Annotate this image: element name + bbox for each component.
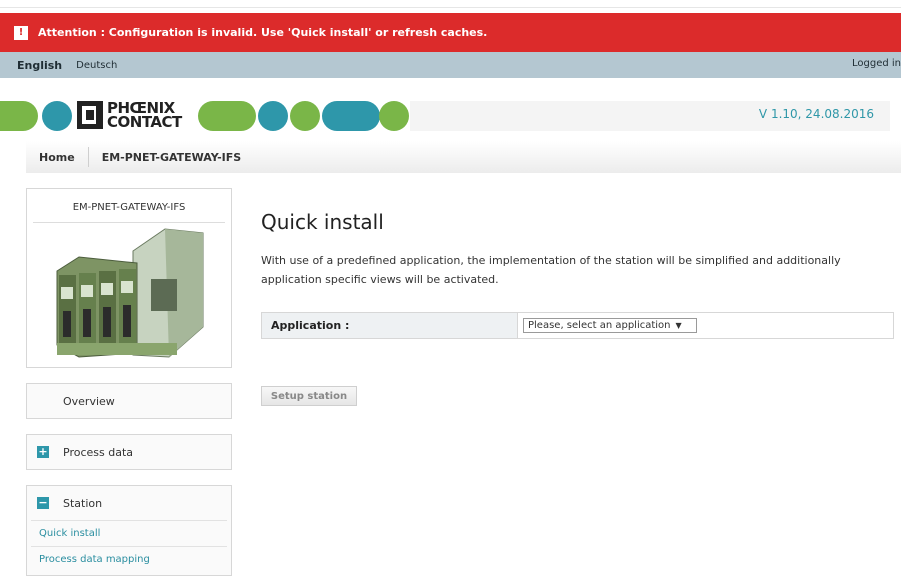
page-title: Quick install (261, 210, 384, 234)
nav-station-label: Station (63, 496, 103, 510)
breadcrumb-home[interactable]: Home (26, 151, 88, 164)
application-select-value: Please, select an application (528, 320, 671, 331)
device-card-divider (33, 222, 225, 223)
setup-station-button[interactable]: Setup station (261, 386, 357, 406)
login-status[interactable]: Logged in (852, 58, 901, 69)
alert-message: Attention : Configuration is invalid. Us… (38, 26, 488, 39)
device-name: EM-PNET-GATEWAY-IFS (72, 202, 186, 213)
nav-process-data[interactable]: + Process data (27, 435, 231, 469)
nav-process-data-box: + Process data (26, 434, 232, 470)
application-cell: Please, select an application ▼ (518, 313, 893, 338)
nav-overview[interactable]: Overview (27, 384, 231, 418)
green-pill-shape (0, 101, 38, 131)
device-card: EM-PNET-GATEWAY-IFS (26, 188, 232, 368)
lang-deutsch-link[interactable]: Deutsch (76, 60, 117, 71)
application-select[interactable]: Please, select an application ▼ (523, 318, 697, 333)
nav-quick-install[interactable]: Quick install (31, 520, 227, 546)
green-circle-shape (290, 101, 320, 131)
nav-process-data-mapping[interactable]: Process data mapping (31, 546, 227, 572)
top-edge (0, 0, 901, 8)
application-row: Application : Please, select an applicat… (261, 312, 894, 339)
config-alert-banner: ! Attention : Configuration is invalid. … (0, 13, 901, 52)
plus-icon[interactable]: + (37, 446, 49, 458)
language-bar: English Deutsch Logged in (0, 52, 901, 78)
teal-pill-shape (322, 101, 380, 131)
teal-circle-shape (42, 101, 72, 131)
device-image (56, 228, 204, 358)
green-circle-shape (379, 101, 409, 131)
logo-text-bottom: CONTACT (107, 113, 182, 131)
nav-station[interactable]: − Station (27, 486, 231, 520)
nav-process-data-label: Process data (63, 445, 134, 459)
application-label: Application : (262, 313, 518, 338)
brand-banner: PHŒNIX CONTACT V 1.10, 24.08.2016 (0, 91, 901, 141)
teal-circle-shape (258, 101, 288, 131)
breadcrumb-device[interactable]: EM-PNET-GATEWAY-IFS (89, 151, 255, 164)
green-pill-shape (198, 101, 256, 131)
page-description: With use of a predefined application, th… (261, 254, 841, 286)
nav-overview-box: Overview (26, 383, 232, 419)
dropdown-arrow-icon: ▼ (675, 321, 682, 330)
breadcrumb: Home EM-PNET-GATEWAY-IFS (26, 141, 901, 173)
phoenix-contact-logo: PHŒNIX CONTACT (77, 99, 194, 133)
nav-station-box: − Station Quick install Process data map… (26, 485, 232, 576)
minus-icon[interactable]: − (37, 497, 49, 509)
version-label: V 1.10, 24.08.2016 (758, 107, 874, 121)
lang-english-link[interactable]: English (17, 59, 62, 72)
exclamation-icon: ! (14, 25, 28, 40)
